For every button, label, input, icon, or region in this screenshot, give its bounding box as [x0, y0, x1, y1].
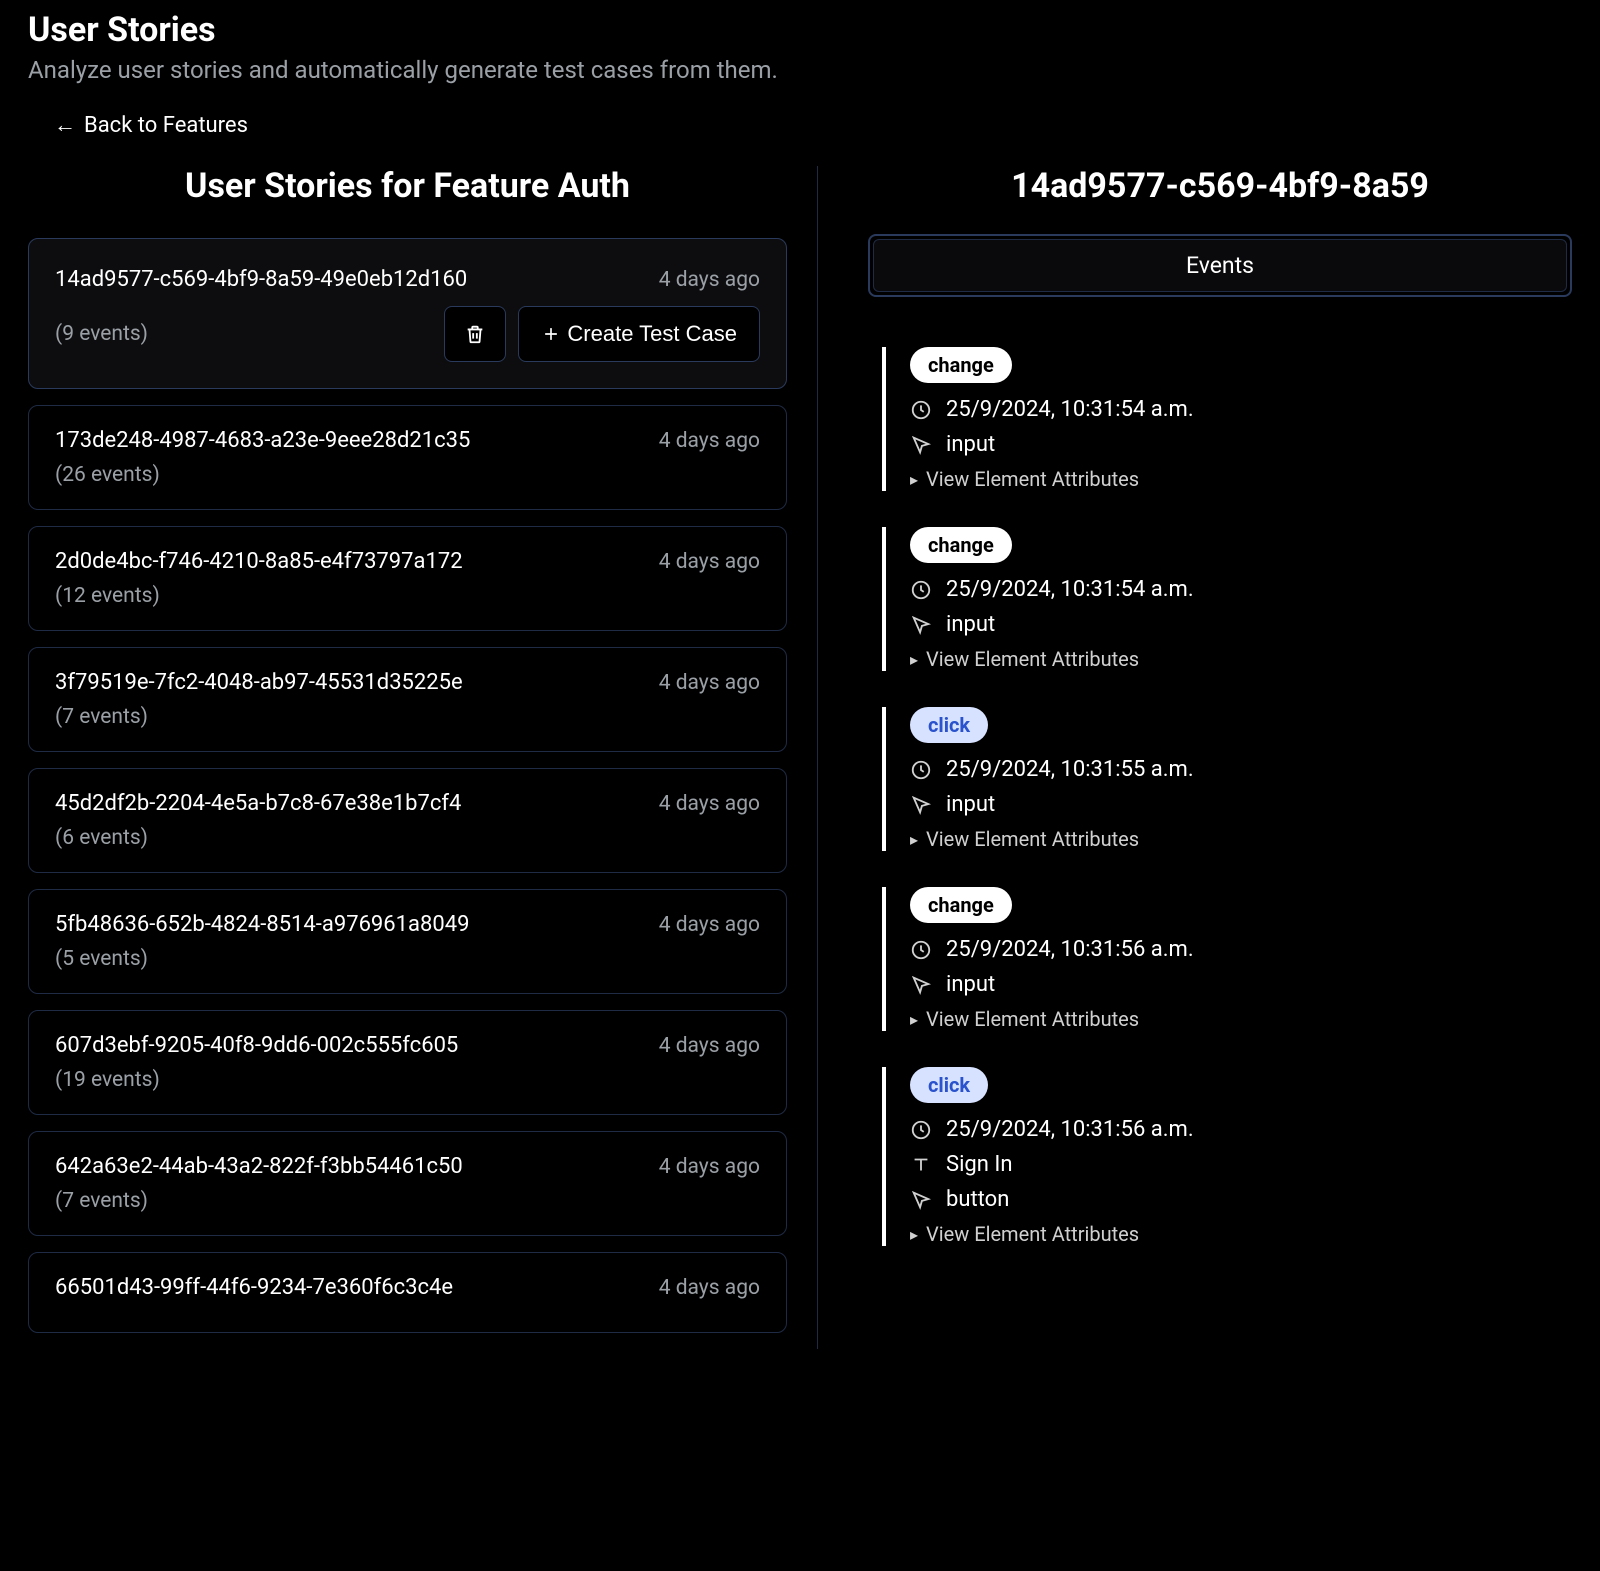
- event-item: click 25/9/2024, 10:31:56 a.m. Sign In butt…: [882, 1067, 1572, 1246]
- story-card[interactable]: 3f79519e-7fc2-4048-ab97-45531d35225e 4 da…: [28, 647, 787, 752]
- event-item: change 25/9/2024, 10:31:54 a.m. input View …: [882, 527, 1572, 671]
- event-timestamp: 25/9/2024, 10:31:54 a.m.: [946, 577, 1194, 602]
- page-title: User Stories: [28, 10, 1572, 50]
- disclosure-label: View Element Attributes: [926, 647, 1139, 671]
- story-id: 3f79519e-7fc2-4048-ab97-45531d35225e: [55, 670, 463, 695]
- story-id: 45d2df2b-2204-4e5a-b7c8-67e38e1b7cf4: [55, 791, 461, 816]
- view-element-attributes-toggle[interactable]: View Element Attributes: [910, 827, 1572, 851]
- clock-icon: [910, 1119, 932, 1141]
- event-type-badge: click: [910, 707, 988, 743]
- disclosure-label: View Element Attributes: [926, 1222, 1139, 1246]
- event-type-badge: click: [910, 1067, 988, 1103]
- event-item: click 25/9/2024, 10:31:55 a.m. input View E…: [882, 707, 1572, 851]
- create-test-case-button[interactable]: Create Test Case: [518, 306, 760, 362]
- story-card[interactable]: 45d2df2b-2204-4e5a-b7c8-67e38e1b7cf4 4 da…: [28, 768, 787, 873]
- story-id: 173de248-4987-4683-a23e-9eee28d21c35: [55, 428, 470, 453]
- story-card[interactable]: 2d0de4bc-f746-4210-8a85-e4f73797a172 4 da…: [28, 526, 787, 631]
- story-events-count: (19 events): [55, 1068, 160, 1092]
- event-item: change 25/9/2024, 10:31:54 a.m. input View …: [882, 347, 1572, 491]
- cursor-icon: [910, 974, 932, 996]
- delete-button[interactable]: [444, 306, 506, 362]
- stories-list: 14ad9577-c569-4bf9-8a59-49e0eb12d160 4 da…: [28, 238, 787, 1333]
- create-label: Create Test Case: [567, 321, 737, 347]
- text-icon: [910, 1154, 932, 1176]
- story-card[interactable]: 173de248-4987-4683-a23e-9eee28d21c35 4 da…: [28, 405, 787, 510]
- cursor-icon: [910, 1189, 932, 1211]
- story-events-count: (7 events): [55, 705, 148, 729]
- cursor-icon: [910, 434, 932, 456]
- story-time: 4 days ago: [659, 1155, 760, 1179]
- story-events-count: (6 events): [55, 826, 148, 850]
- story-id: 607d3ebf-9205-40f8-9dd6-002c555fc605: [55, 1033, 458, 1058]
- event-target: input: [946, 612, 995, 637]
- event-item: change 25/9/2024, 10:31:56 a.m. input View …: [882, 887, 1572, 1031]
- selected-story-heading: 14ad9577-c569-4bf9-8a59: [868, 166, 1572, 206]
- view-element-attributes-toggle[interactable]: View Element Attributes: [910, 467, 1572, 491]
- view-element-attributes-toggle[interactable]: View Element Attributes: [910, 1222, 1572, 1246]
- story-card[interactable]: 5fb48636-652b-4824-8514-a976961a8049 4 da…: [28, 889, 787, 994]
- story-id: 642a63e2-44ab-43a2-822f-f3bb54461c50: [55, 1154, 463, 1179]
- story-time: 4 days ago: [659, 550, 760, 574]
- tab-events[interactable]: Events: [873, 239, 1567, 292]
- page-subtitle: Analyze user stories and automatically g…: [28, 56, 1572, 84]
- clock-icon: [910, 939, 932, 961]
- event-target: button: [946, 1187, 1009, 1212]
- event-target: input: [946, 972, 995, 997]
- event-timestamp: 25/9/2024, 10:31:55 a.m.: [946, 757, 1194, 782]
- trash-icon: [464, 323, 486, 345]
- clock-icon: [910, 759, 932, 781]
- back-to-features-link[interactable]: ← Back to Features: [54, 112, 248, 138]
- cursor-icon: [910, 614, 932, 636]
- event-type-badge: change: [910, 887, 1012, 923]
- story-events-count: (26 events): [55, 463, 160, 487]
- story-card[interactable]: 642a63e2-44ab-43a2-822f-f3bb54461c50 4 da…: [28, 1131, 787, 1236]
- clock-icon: [910, 399, 932, 421]
- clock-icon: [910, 579, 932, 601]
- stories-heading: User Stories for Feature Auth: [28, 166, 787, 206]
- cursor-icon: [910, 794, 932, 816]
- arrow-left-icon: ←: [54, 112, 76, 138]
- view-element-attributes-toggle[interactable]: View Element Attributes: [910, 1007, 1572, 1031]
- event-target: input: [946, 792, 995, 817]
- story-events-count: (5 events): [55, 947, 148, 971]
- story-events-count: (12 events): [55, 584, 160, 608]
- disclosure-label: View Element Attributes: [926, 1007, 1139, 1031]
- stories-panel: User Stories for Feature Auth 14ad9577-c…: [28, 166, 818, 1349]
- story-time: 4 days ago: [659, 913, 760, 937]
- events-list: change 25/9/2024, 10:31:54 a.m. input View …: [868, 347, 1572, 1246]
- story-card[interactable]: 66501d43-99ff-44f6-9234-7e360f6c3c4e 4 da…: [28, 1252, 787, 1333]
- back-label: Back to Features: [84, 113, 248, 138]
- story-id: 5fb48636-652b-4824-8514-a976961a8049: [55, 912, 469, 937]
- disclosure-label: View Element Attributes: [926, 827, 1139, 851]
- story-card[interactable]: 14ad9577-c569-4bf9-8a59-49e0eb12d160 4 da…: [28, 238, 787, 389]
- story-time: 4 days ago: [659, 671, 760, 695]
- disclosure-label: View Element Attributes: [926, 467, 1139, 491]
- story-time: 4 days ago: [659, 1034, 760, 1058]
- story-id: 66501d43-99ff-44f6-9234-7e360f6c3c4e: [55, 1275, 453, 1300]
- story-events-count: (9 events): [55, 322, 148, 346]
- story-card[interactable]: 607d3ebf-9205-40f8-9dd6-002c555fc605 4 da…: [28, 1010, 787, 1115]
- event-type-badge: change: [910, 347, 1012, 383]
- event-text: Sign In: [946, 1152, 1013, 1177]
- event-timestamp: 25/9/2024, 10:31:54 a.m.: [946, 397, 1194, 422]
- plus-icon: [541, 324, 561, 344]
- event-type-badge: change: [910, 527, 1012, 563]
- story-id: 14ad9577-c569-4bf9-8a59-49e0eb12d160: [55, 267, 467, 292]
- story-events-count: (7 events): [55, 1189, 148, 1213]
- view-element-attributes-toggle[interactable]: View Element Attributes: [910, 647, 1572, 671]
- events-panel: 14ad9577-c569-4bf9-8a59 Events change 25/…: [818, 166, 1572, 1349]
- story-time: 4 days ago: [659, 1276, 760, 1300]
- event-timestamp: 25/9/2024, 10:31:56 a.m.: [946, 937, 1194, 962]
- events-tab-wrap: Events: [868, 234, 1572, 297]
- story-time: 4 days ago: [659, 429, 760, 453]
- story-time: 4 days ago: [659, 268, 760, 292]
- event-target: input: [946, 432, 995, 457]
- event-timestamp: 25/9/2024, 10:31:56 a.m.: [946, 1117, 1194, 1142]
- story-time: 4 days ago: [659, 792, 760, 816]
- story-id: 2d0de4bc-f746-4210-8a85-e4f73797a172: [55, 549, 463, 574]
